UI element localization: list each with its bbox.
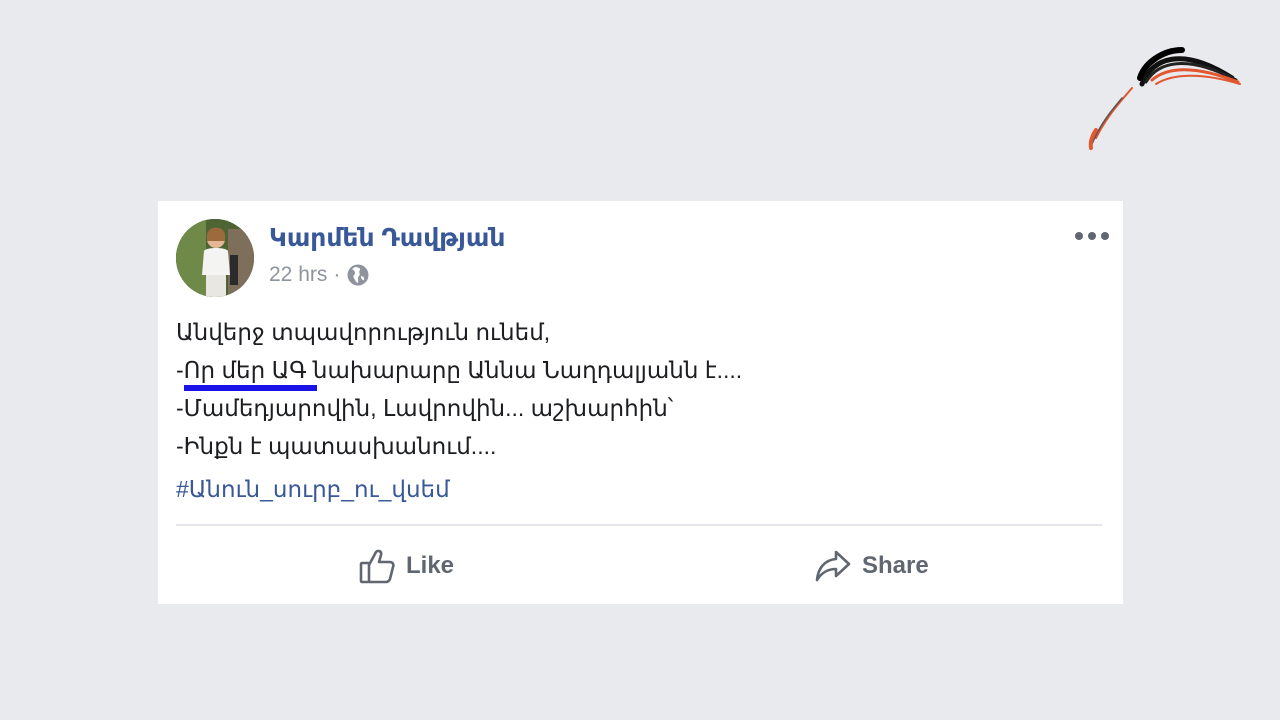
screen: Կարմեն Դավթյան 22 hrs · Անվերջ տպավորութ… [0,0,1280,720]
share-label: Share [862,552,929,579]
post-text-line: -Ինքն է պատասխանում.... [176,433,497,459]
channel-logo [1088,47,1241,150]
more-dot [1088,232,1096,240]
post-meta: 22 hrs · [269,263,370,287]
share-button[interactable]: Share [814,544,929,588]
divider [176,524,1102,526]
highlight-underline [184,385,317,391]
thumbs-up-icon [359,549,395,584]
more-dot [1101,232,1109,240]
post-text-line: -Որ մեր ԱԳ նախարարը Աննա Նաղդալյանն է...… [176,357,743,383]
post-text-line: Անվերջ տպավորություն ունեմ, [176,319,551,345]
more-dot [1075,232,1083,240]
globe-icon[interactable] [346,263,370,287]
post-timestamp[interactable]: 22 hrs [269,263,327,287]
avatar[interactable] [176,219,254,297]
more-options-icon[interactable] [1075,225,1109,247]
facebook-post-card: Կարմեն Դավթյան 22 hrs · Անվերջ տպավորութ… [158,201,1123,604]
like-button[interactable]: Like [358,544,454,588]
post-text-line: -Մամեդյարովին, Լավրովին... աշխարհին՝ [176,395,674,421]
like-label: Like [406,552,455,579]
hashtag-link[interactable]: #Անուն_սուրբ_ու_վսեմ [176,476,450,503]
author-name-link[interactable]: Կարմեն Դավթյան [269,223,505,253]
share-arrow-icon [815,550,851,582]
meta-separator: · [333,263,341,286]
